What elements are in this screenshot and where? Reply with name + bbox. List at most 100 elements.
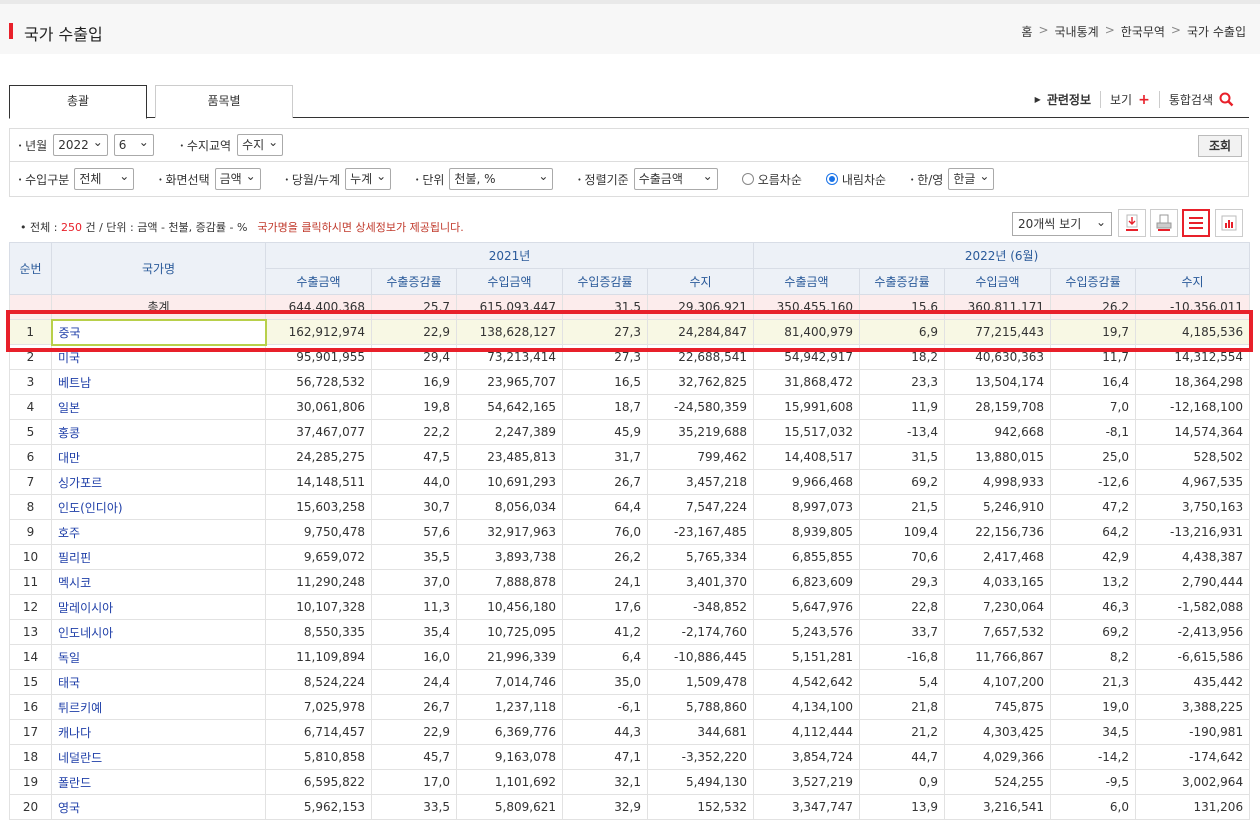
tab-by-item[interactable]: 품목별 (155, 85, 293, 118)
country-link[interactable]: 태국 (51, 669, 266, 695)
table-row: 17 캐나다 6,714,457 22,9 6,369,776 44,3 344,681 4,… (9, 719, 1251, 745)
col-export-2022[interactable]: 수출금액 (753, 268, 861, 295)
value-cell: 37,467,077 (265, 419, 372, 445)
col-rank-header: 순번 (9, 242, 52, 295)
value-cell: 6,595,822 (265, 769, 372, 795)
value-cell: 6,823,609 (753, 569, 861, 595)
col-import-2021[interactable]: 수입금액 (456, 268, 563, 295)
table-row: 18 네덜란드 5,810,858 45,7 9,163,078 47,1 -3,352,2… (9, 744, 1251, 770)
value-cell: 1,101,692 (456, 769, 563, 795)
value-cell: 11,9 (859, 394, 946, 420)
country-link[interactable]: 말레이시아 (51, 594, 266, 620)
country-link[interactable]: 호주 (51, 519, 266, 545)
country-link[interactable]: 중국 (50, 318, 267, 346)
value-cell: 26,7 (371, 694, 457, 720)
col-import-rate-2022[interactable]: 수입증감률 (1050, 268, 1137, 295)
col-import-2022[interactable]: 수입금액 (944, 268, 1052, 295)
table-row: 13 인도네시아 8,550,335 35,4 10,725,095 41,2 -2,174… (9, 619, 1251, 645)
value-cell: 69,2 (859, 469, 946, 495)
month-select[interactable]: 6 (113, 132, 154, 156)
search-button[interactable]: 조회 (1198, 135, 1242, 157)
value-cell: 7,230,064 (944, 594, 1052, 620)
col-export-rate-2021[interactable]: 수출증감률 (371, 268, 457, 295)
value-cell: 27,3 (562, 319, 648, 345)
country-link[interactable]: 멕시코 (51, 569, 266, 595)
chart-view-button[interactable] (1215, 209, 1243, 237)
rank-cell: 18 (9, 744, 52, 770)
related-info-link[interactable]: ▶ 관련정보 (1026, 91, 1100, 108)
value-cell: 23,965,707 (456, 369, 563, 395)
value-cell: 528,502 (1135, 444, 1251, 470)
value-cell: 745,875 (944, 694, 1052, 720)
sort-select[interactable]: 수출금액 (633, 166, 718, 190)
value-cell: 40,630,363 (944, 344, 1052, 370)
bar-chart-icon (1221, 215, 1237, 231)
breadcrumb-domestic-stats[interactable]: 국내통계 (1055, 23, 1099, 40)
country-link[interactable]: 독일 (51, 644, 266, 670)
view-link[interactable]: 보기 + (1100, 91, 1159, 108)
col-balance-2022[interactable]: 수지 (1135, 268, 1251, 295)
country-link[interactable]: 캐나다 (51, 719, 266, 745)
asc-radio[interactable]: 오름차순 (741, 171, 802, 188)
value-cell: 35,219,688 (646, 419, 755, 445)
value-cell: -12,168,100 (1135, 394, 1251, 420)
lang-select[interactable]: 한글 (948, 166, 995, 190)
breadcrumb-korea-trade[interactable]: 한국무역 (1121, 23, 1165, 40)
list-view-button[interactable] (1182, 209, 1210, 237)
col-export-rate-2022[interactable]: 수출증감률 (859, 268, 946, 295)
period-select[interactable]: 누계 (345, 166, 392, 190)
value-cell: 11,109,894 (265, 644, 372, 670)
import-type-select[interactable]: 전체 (74, 166, 135, 190)
print-icon (1156, 214, 1172, 231)
country-link[interactable]: 네덜란드 (51, 744, 266, 770)
page-size-select[interactable]: 20개씩 보기 (1012, 211, 1112, 236)
download-icon (1126, 214, 1138, 231)
col-balance-2021[interactable]: 수지 (646, 268, 755, 295)
value-cell: 11,7 (1050, 344, 1137, 370)
value-cell: 5,151,281 (753, 644, 861, 670)
value-cell: 29,3 (859, 569, 946, 595)
country-link[interactable]: 인도(인디아) (51, 494, 266, 520)
desc-radio[interactable]: 내림차순 (825, 171, 886, 188)
total-value-cell: 615,093,447 (456, 294, 563, 320)
country-link[interactable]: 영국 (51, 794, 266, 820)
value-cell: 4,998,933 (944, 469, 1052, 495)
integrated-search-link[interactable]: 통합검색 (1158, 91, 1243, 108)
value-cell: -10,886,445 (646, 644, 755, 670)
radio-unchecked-icon (741, 173, 754, 185)
unit-select[interactable]: 천불, % (449, 166, 554, 190)
table-row: 15 태국 8,524,224 24,4 7,014,746 35,0 1,509,478 4… (9, 669, 1251, 695)
country-link[interactable]: 일본 (51, 394, 266, 420)
country-link[interactable]: 폴란드 (51, 769, 266, 795)
value-cell: 152,532 (646, 794, 755, 820)
country-link[interactable]: 대만 (51, 444, 266, 470)
col-import-rate-2021[interactable]: 수입증감률 (562, 268, 648, 295)
breadcrumb-home[interactable]: 홈 (1021, 23, 1032, 40)
country-link[interactable]: 싱가포르 (51, 469, 266, 495)
year-select[interactable]: 2022 (53, 132, 108, 156)
value-cell: 13,9 (859, 794, 946, 820)
screen-select[interactable]: 금액 (214, 166, 261, 190)
country-link[interactable]: 홍콩 (51, 419, 266, 445)
print-button[interactable] (1150, 209, 1178, 237)
tab-summary[interactable]: 총괄 (9, 85, 147, 119)
value-cell: 5,494,130 (646, 769, 755, 795)
value-cell: 21,8 (859, 694, 946, 720)
trade-select[interactable]: 수지 (237, 132, 284, 156)
value-cell: 21,2 (859, 719, 946, 745)
plus-icon: + (1138, 91, 1150, 108)
country-link[interactable]: 미국 (51, 344, 266, 370)
value-cell: 9,750,478 (265, 519, 372, 545)
country-link[interactable]: 필리핀 (51, 544, 266, 570)
country-link[interactable]: 튀르키예 (51, 694, 266, 720)
country-link[interactable]: 베트남 (51, 369, 266, 395)
breadcrumb-current[interactable]: 국가 수출입 (1187, 23, 1246, 40)
filter-row-2: 수입구분 전체 화면선택 금액 당월/누계 누계 단위 천불, % 정렬기준 수… (9, 162, 1249, 197)
excel-download-button[interactable] (1118, 209, 1146, 237)
table-row: 12 말레이시아 10,107,328 11,3 10,456,180 17,6 -348,… (9, 594, 1251, 620)
value-cell: 6,0 (1050, 794, 1137, 820)
country-link[interactable]: 인도네시아 (51, 619, 266, 645)
col-export-2021[interactable]: 수출금액 (265, 268, 372, 295)
value-cell: 4,967,535 (1135, 469, 1251, 495)
value-cell: 4,134,100 (753, 694, 861, 720)
